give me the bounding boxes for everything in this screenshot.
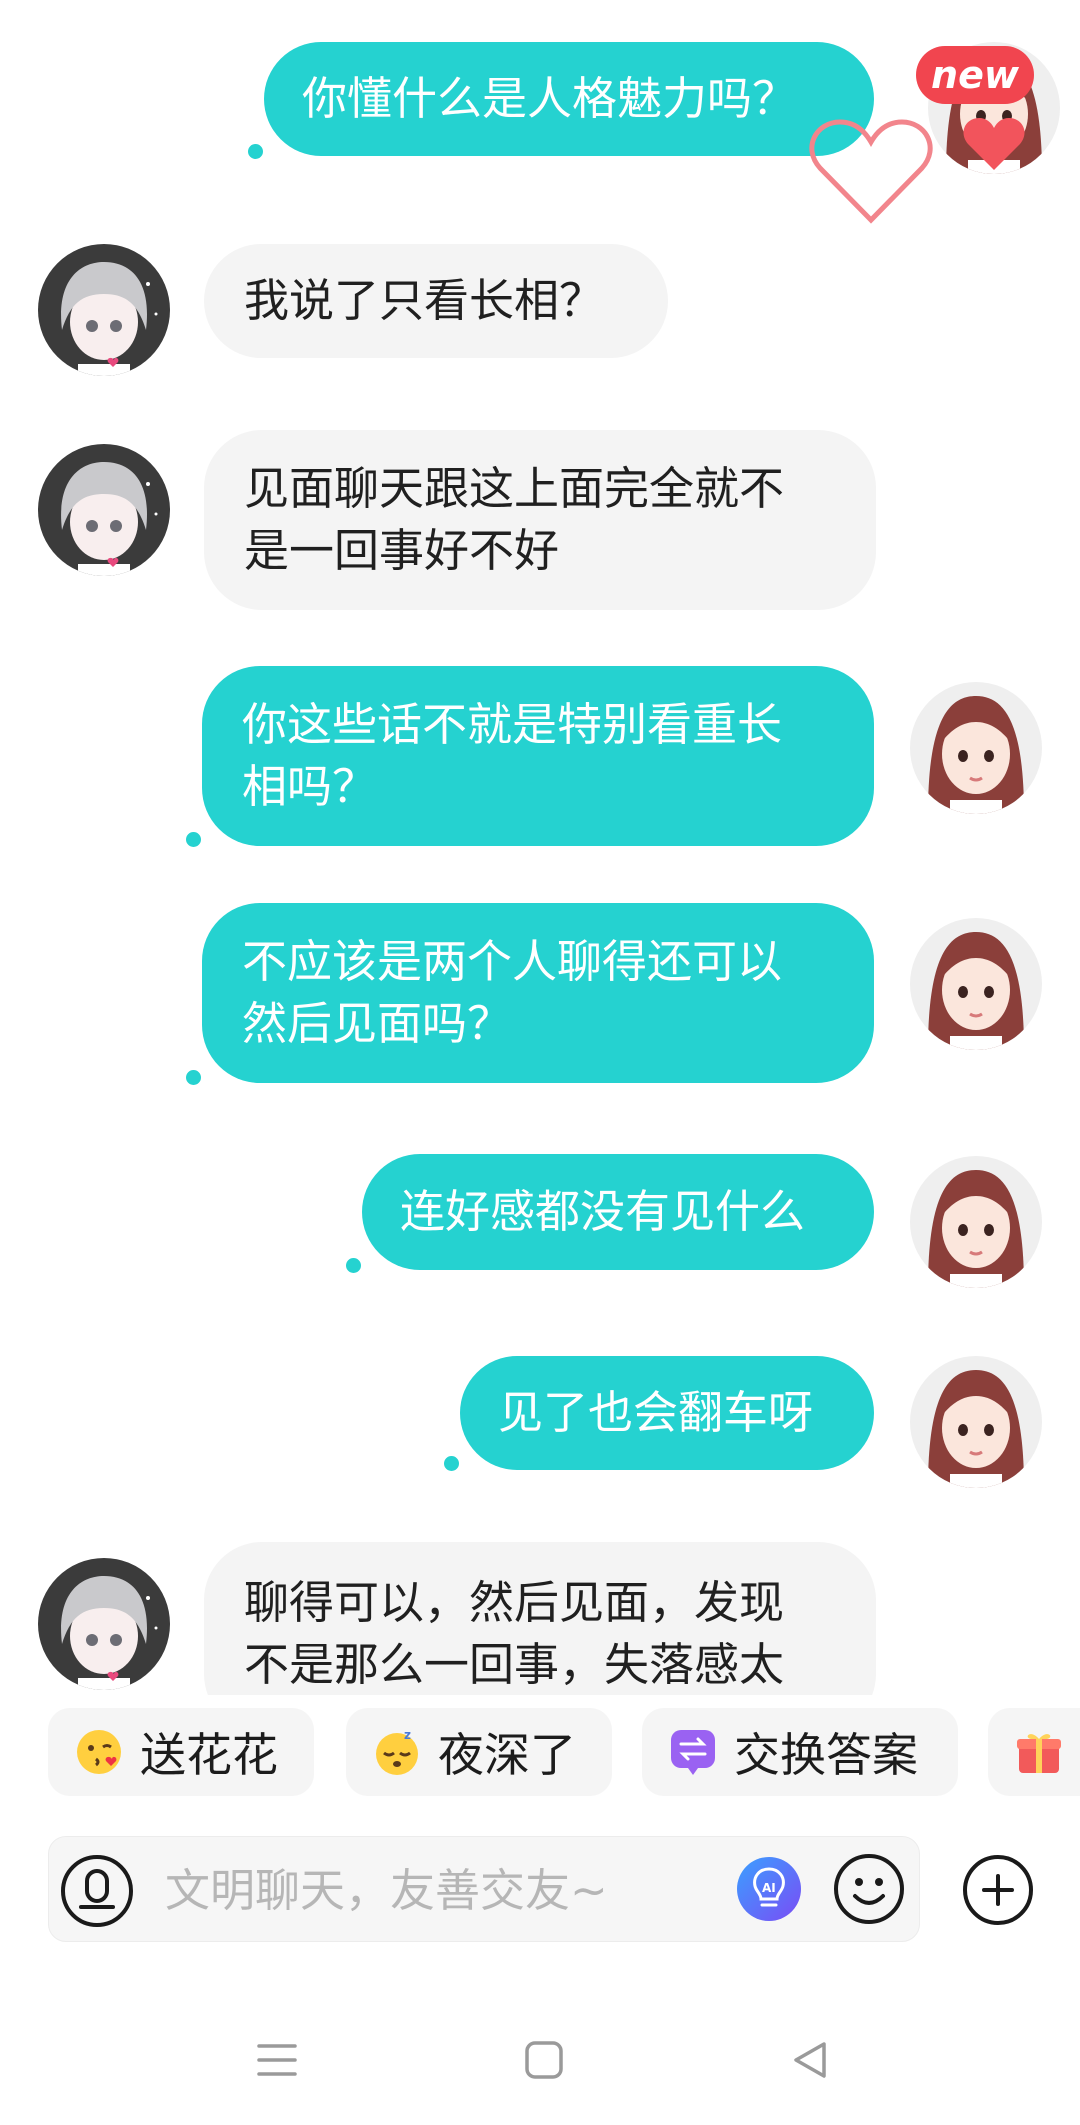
sent-indicator-dot (444, 1456, 459, 1471)
my-avatar[interactable] (910, 918, 1042, 1050)
ai-bulb-icon: AI (737, 1857, 801, 1921)
svg-text:z: z (404, 1728, 411, 1742)
sent-indicator-dot (186, 1070, 201, 1085)
message-text-line: 不应该是两个人聊得还可以 (242, 935, 783, 988)
heart-outline-icon (808, 116, 934, 226)
nav-menu-button[interactable] (247, 2030, 307, 2090)
message-bubble-sent[interactable]: 见了也会翻车呀 (460, 1356, 874, 1470)
message-text-line: 见面聊天跟这上面完全就不 (244, 462, 785, 515)
message-bubble-sent[interactable]: 连好感都没有见什么 (362, 1154, 874, 1270)
chip-label: 交换答案 (734, 1728, 918, 1782)
message-text: 我说了只看长相？ (244, 274, 605, 327)
message-bubble-received[interactable]: 见面聊天跟这上面完全就不 是一回事好不好 (204, 430, 876, 610)
message-text: 你懂什么是人格魅力吗？ (302, 72, 798, 125)
more-options-button[interactable] (960, 1852, 1036, 1928)
plus-icon (963, 1855, 1033, 1925)
svg-text:AI: AI (762, 1881, 776, 1895)
gift-icon (1014, 1727, 1064, 1777)
message-text-line: 聊得可以，然后见面，发现 (244, 1576, 785, 1629)
nav-back-button[interactable] (780, 2030, 840, 2090)
sent-indicator-dot (186, 832, 201, 847)
voice-button[interactable] (59, 1853, 135, 1929)
exchange-answers-chip[interactable]: 交换答案 (642, 1708, 958, 1796)
chat-message-list[interactable]: 你懂什么是人格魅力吗？ new 我说了只看长相？ 见面聊天跟这上面完全就不 是一… (0, 0, 1080, 1695)
message-text-line: 相吗？ (242, 760, 378, 813)
ai-assistant-button[interactable]: AI (735, 1855, 803, 1923)
message-bubble-received[interactable]: 聊得可以，然后见面，发现 不是那么一回事，失落感太 (204, 1542, 876, 1695)
smiley-icon (834, 1854, 904, 1924)
message-bubble-sent[interactable]: 不应该是两个人聊得还可以 然后见面吗？ (202, 903, 874, 1083)
message-text: 见了也会翻车呀 (498, 1386, 814, 1439)
nav-home-button[interactable] (514, 2030, 574, 2090)
send-flower-chip[interactable]: 送花花 (48, 1708, 314, 1796)
chip-label: 送花花 (140, 1728, 278, 1782)
partner-avatar[interactable] (38, 444, 170, 576)
message-input[interactable] (165, 1855, 725, 1925)
my-avatar[interactable] (910, 1156, 1042, 1288)
my-avatar[interactable] (910, 1356, 1042, 1488)
message-input-bar: AI (48, 1836, 920, 1942)
message-bubble-received[interactable]: 我说了只看长相？ (204, 244, 668, 358)
message-text-line: 不是那么一回事，失落感太 (244, 1638, 785, 1691)
sent-indicator-dot (248, 144, 263, 159)
sleepy-face-icon: z (372, 1727, 422, 1777)
gift-chip[interactable] (988, 1708, 1080, 1796)
quick-action-bar[interactable]: 送花花 z 夜深了 交换答案 (0, 1708, 1080, 1800)
exchange-icon (668, 1727, 718, 1777)
message-bubble-sent[interactable]: 你懂什么是人格魅力吗？ (264, 42, 874, 156)
message-text-line: 是一回事好不好 (244, 524, 560, 577)
sent-indicator-dot (346, 1258, 361, 1273)
message-text-line: 你这些话不就是特别看重长 (242, 698, 783, 751)
kiss-face-icon (74, 1727, 124, 1777)
chip-label: 夜深了 (438, 1728, 576, 1782)
partner-avatar[interactable] (38, 244, 170, 376)
message-text-line: 然后见面吗？ (242, 997, 513, 1050)
my-avatar[interactable] (910, 682, 1042, 814)
home-square-icon (525, 2041, 563, 2079)
back-triangle-icon (794, 2042, 826, 2078)
emoji-button[interactable] (831, 1851, 907, 1927)
microphone-icon (61, 1855, 133, 1927)
partner-avatar[interactable] (38, 1558, 170, 1690)
late-night-chip[interactable]: z 夜深了 (346, 1708, 612, 1796)
message-bubble-sent[interactable]: 你这些话不就是特别看重长 相吗？ (202, 666, 874, 846)
heart-icon (962, 116, 1026, 172)
message-text: 连好感都没有见什么 (400, 1185, 806, 1238)
new-badge: new (916, 46, 1034, 104)
menu-icon (257, 2044, 297, 2076)
